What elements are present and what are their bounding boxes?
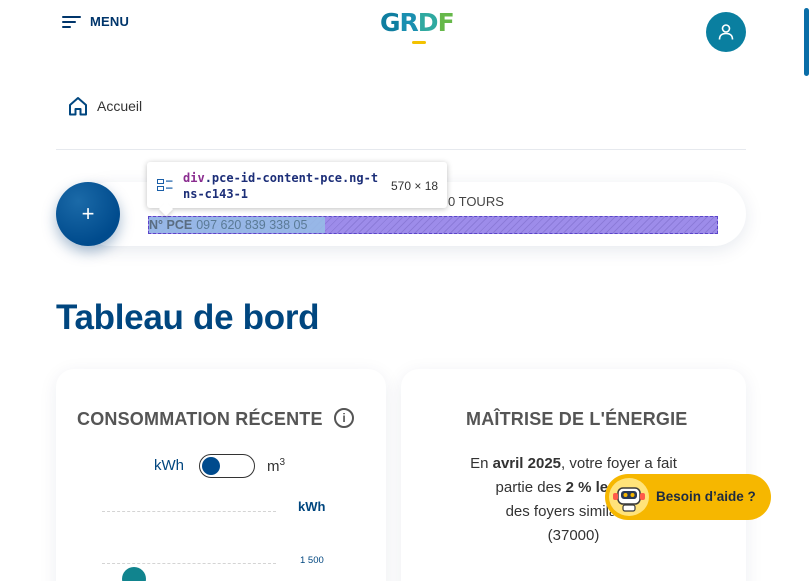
chart-grid-line <box>102 563 276 564</box>
help-label: Besoin d’aide ? <box>656 489 756 504</box>
toggle-knob <box>202 457 220 475</box>
logo-accent-bar <box>412 41 426 44</box>
pce-address: 0 TOURS <box>448 194 504 209</box>
menu-button[interactable]: MENU <box>62 14 129 29</box>
logo-letter-g: G <box>380 8 401 37</box>
grdf-logo[interactable]: GRDF <box>380 9 460 45</box>
user-icon <box>718 24 734 40</box>
unit-m3-label: m3 <box>267 457 285 475</box>
inspector-size: 570 × 18 <box>391 179 439 193</box>
pce-id-content: N° PCE 097 620 839 338 05 <box>149 217 325 233</box>
scrollbar-thumb[interactable] <box>804 8 809 76</box>
unit-m3-text: m <box>267 458 280 475</box>
logo-letter-r: R <box>399 8 419 37</box>
breadcrumb: Accueil <box>67 95 142 117</box>
info-icon[interactable]: i <box>334 408 354 428</box>
energy-line-1-post: , votre foyer a fait <box>561 455 677 472</box>
chart-grid-line <box>102 511 276 512</box>
inspector-tooltip: div.pce-id-content-pce.ng-tns-c143-1 570… <box>147 162 447 208</box>
consumption-title: CONSOMMATION RÉCENTE <box>77 409 323 429</box>
logo-text: GRDF <box>380 9 460 37</box>
pce-id-highlight: N° PCE 097 620 839 338 05 <box>148 216 718 234</box>
energy-title: MAÎTRISE DE L'ÉNERGIE <box>466 409 688 429</box>
logo-letter-d: D <box>417 8 439 37</box>
header: MENU GRDF <box>0 0 811 70</box>
chart-data-point[interactable] <box>122 567 146 581</box>
energy-line-1-pre: En <box>470 455 493 472</box>
pce-number: 097 620 839 338 05 <box>196 218 308 232</box>
user-account-button[interactable] <box>706 12 746 52</box>
unit-toggle[interactable] <box>199 454 255 478</box>
energy-line-1-bold: avril 2025 <box>492 455 562 472</box>
logo-letter-f: F <box>437 8 455 37</box>
inspector-classes: .pce-id-content-pce.ng-tns-c143-1 <box>183 171 379 201</box>
chart-axis-tick: 1 500 <box>300 555 324 566</box>
inspector-selector: div.pce-id-content-pce.ng-tns-c143-1 <box>183 170 383 202</box>
unit-kwh-label: kWh <box>154 457 184 474</box>
hamburger-icon <box>62 15 81 28</box>
add-pce-button[interactable]: + <box>56 182 120 246</box>
breadcrumb-home-link[interactable]: Accueil <box>97 98 142 114</box>
chart-axis-unit: kWh <box>298 499 326 514</box>
menu-label: MENU <box>90 14 130 29</box>
energy-line-1: En avril 2025, votre foyer a fait <box>441 452 706 476</box>
help-button[interactable]: Besoin d’aide ? <box>605 474 771 520</box>
inspector-tag: div <box>183 171 205 185</box>
home-icon[interactable] <box>67 95 89 117</box>
energy-line-4: (37000) <box>547 527 600 544</box>
consumption-card: CONSOMMATION RÉCENTE i kWh m3 kWh 1 500 <box>56 369 386 581</box>
divider <box>56 149 746 150</box>
page-title: Tableau de bord <box>56 298 320 337</box>
plus-icon: + <box>81 201 95 226</box>
element-grid-icon <box>157 179 173 191</box>
pce-label: N° PCE <box>149 218 193 232</box>
robot-icon-graphic <box>613 487 645 512</box>
robot-icon <box>609 478 649 516</box>
unit-m3-superscript: 3 <box>279 457 286 468</box>
energy-line-2-pre: partie des <box>495 479 566 496</box>
